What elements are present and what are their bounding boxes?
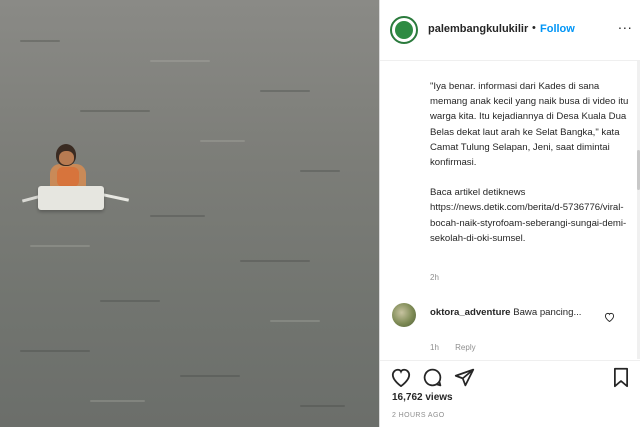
comment-timestamp: 1h: [430, 343, 439, 352]
post-header: palembangkulukilir • Follow ...: [380, 0, 640, 61]
more-options-icon[interactable]: ...: [618, 16, 633, 32]
water-ripple: [200, 140, 245, 142]
comment-meta: 1h Reply: [430, 343, 490, 352]
action-bar: [380, 360, 640, 391]
heart-icon[interactable]: [390, 367, 412, 392]
follow-button[interactable]: Follow: [540, 23, 575, 35]
water-ripple: [30, 245, 90, 247]
water-ripple: [20, 40, 60, 42]
styrofoam-boat: [38, 186, 104, 210]
comments-area[interactable]: "Iya benar. informasi dari Kades di sana…: [380, 61, 638, 359]
bookmark-icon[interactable]: [612, 367, 630, 393]
post-sidebar: palembangkulukilir • Follow ... "Iya ben…: [380, 0, 640, 427]
water-ripple: [300, 170, 340, 172]
water-ripple: [240, 260, 310, 262]
caption-timestamp: 2h: [430, 273, 439, 282]
view-count[interactable]: 16,762 views: [392, 392, 453, 403]
water-ripple: [180, 375, 240, 377]
life-vest: [57, 167, 79, 187]
water-ripple: [90, 400, 145, 402]
separator-dot: •: [532, 22, 536, 34]
heart-icon[interactable]: [604, 309, 615, 327]
commenter-username[interactable]: oktora_adventure: [430, 307, 511, 318]
water-ripple: [20, 350, 90, 352]
post-timestamp: 2 HOURS AGO: [392, 412, 445, 419]
caption-paragraph: Baca artikel detiknews https://news.deti…: [430, 187, 627, 244]
post-video[interactable]: [0, 0, 379, 427]
username-link[interactable]: palembangkulukilir: [428, 23, 528, 35]
post-caption: "Iya benar. informasi dari Kades di sana…: [430, 79, 630, 246]
profile-avatar[interactable]: [390, 16, 418, 44]
water-ripple: [300, 405, 345, 407]
comment-icon[interactable]: [422, 367, 443, 393]
water-ripple: [80, 110, 150, 112]
caption-paragraph: "Iya benar. informasi dari Kades di sana…: [430, 81, 629, 169]
water-ripple: [270, 320, 320, 322]
water-ripple: [100, 300, 160, 302]
profile-logo: [395, 21, 413, 39]
share-icon[interactable]: [454, 367, 475, 393]
comment-text: Bawa pancing...: [513, 307, 582, 318]
commenter-avatar[interactable]: [392, 303, 416, 327]
water-ripple: [150, 60, 210, 62]
water-ripple: [150, 215, 205, 217]
reply-button[interactable]: Reply: [455, 343, 475, 352]
boy-face: [59, 151, 74, 165]
comment: oktora_adventure Bawa pancing...: [430, 305, 608, 320]
water-ripple: [260, 90, 310, 92]
paddle: [102, 193, 130, 202]
